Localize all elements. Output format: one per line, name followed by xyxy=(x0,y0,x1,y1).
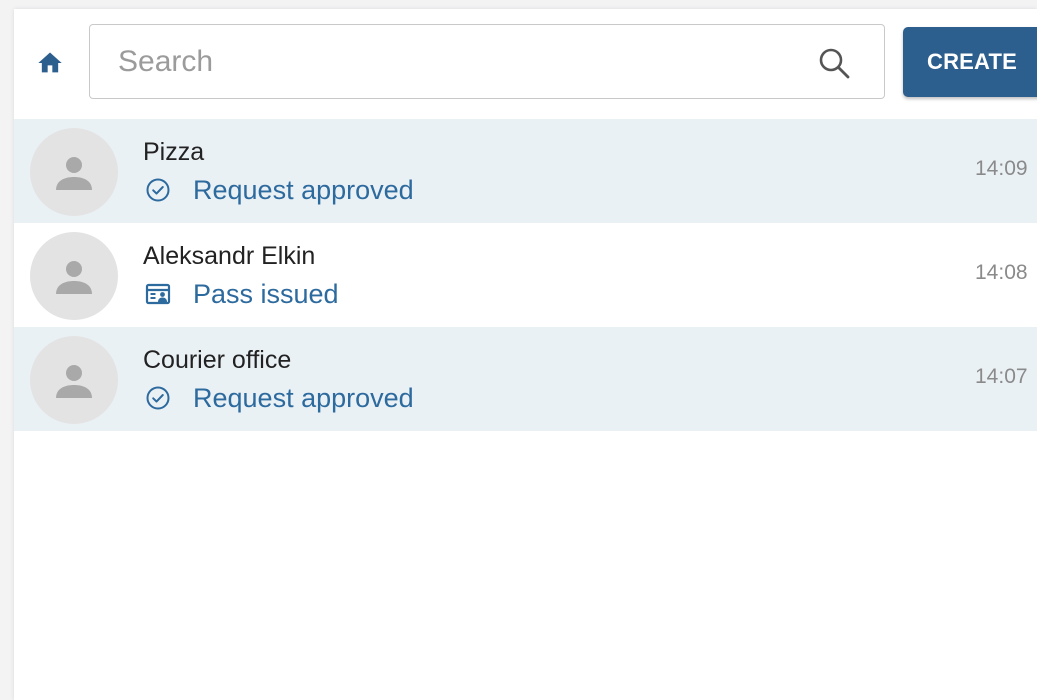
status-text: Pass issued xyxy=(193,278,339,309)
check-circle-icon xyxy=(146,178,170,202)
id-card-icon xyxy=(145,283,171,305)
home-icon[interactable] xyxy=(36,49,64,77)
list-item[interactable]: Courier office Request approved 14:07 xyxy=(14,327,1037,431)
person-icon xyxy=(56,261,92,294)
search-icon[interactable] xyxy=(816,45,852,81)
item-name: Pizza xyxy=(143,138,205,166)
item-status: Pass issued xyxy=(145,278,339,310)
search-box xyxy=(89,24,885,99)
person-icon xyxy=(56,157,92,190)
request-list: Pizza Request approved 14:09 Aleksandr E… xyxy=(14,119,1037,431)
avatar xyxy=(30,128,118,216)
list-item[interactable]: Aleksandr Elkin Pass issued 14:08 xyxy=(14,223,1037,327)
item-name: Courier office xyxy=(143,346,292,374)
toolbar: CREATE xyxy=(14,9,1037,117)
avatar xyxy=(30,336,118,424)
status-text: Request approved xyxy=(193,382,414,413)
app-panel: CREATE Pizza Request approved 14:09 xyxy=(14,9,1037,700)
item-status: Request approved xyxy=(145,174,414,206)
item-status: Request approved xyxy=(145,382,414,414)
avatar xyxy=(30,232,118,320)
item-time: 14:07 xyxy=(975,365,1028,388)
item-time: 14:09 xyxy=(975,157,1028,180)
check-circle-icon xyxy=(146,386,170,410)
create-button[interactable]: CREATE xyxy=(903,27,1037,97)
item-time: 14:08 xyxy=(975,261,1028,284)
list-item[interactable]: Pizza Request approved 14:09 xyxy=(14,119,1037,223)
item-name: Aleksandr Elkin xyxy=(143,242,316,270)
search-input[interactable] xyxy=(118,25,808,98)
status-text: Request approved xyxy=(193,174,414,205)
person-icon xyxy=(56,365,92,398)
